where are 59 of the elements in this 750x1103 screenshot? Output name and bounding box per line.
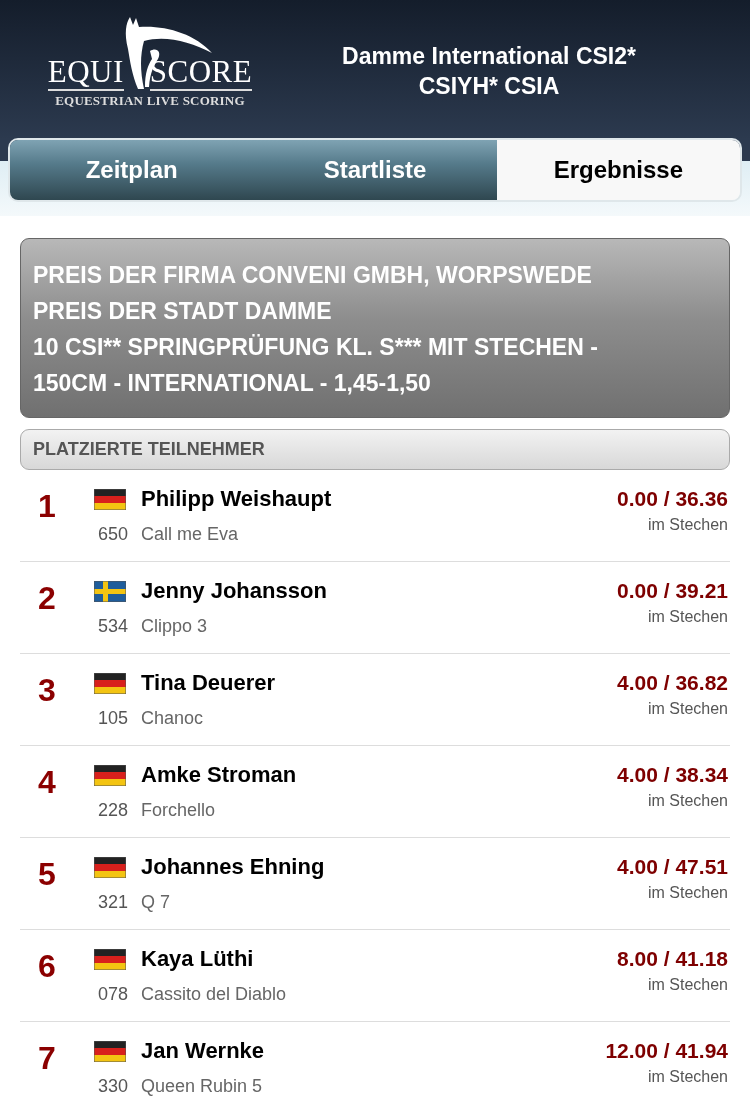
competition-title: PREIS DER FIRMA CONVENI GMBH, WORPSWEDE [33,261,593,290]
score: 4.00 / 47.51 [617,854,728,880]
flag-icon [94,764,126,786]
event-title: Damme International CSI2* CSIYH* CSIA [341,42,637,101]
rider-name: Jenny Johansson [141,578,327,604]
rank-number: 6 [37,947,57,985]
horse-name: Call me Eva [141,524,239,545]
round-label: im Stechen [646,516,728,534]
flag-icon [94,856,126,878]
horse-name: Cassito del Diablo [141,984,287,1005]
start-number: 330 [96,1076,128,1097]
tab[interactable]: Startliste [253,140,497,200]
rider-name: Tina Deuerer [141,670,276,696]
logo-tagline: EQUESTRIAN LIVE SCORING [55,92,245,109]
score: 0.00 / 36.36 [617,486,728,512]
rank-number: 4 [37,763,57,801]
flag-icon [94,948,126,970]
rank-number: 3 [37,671,57,709]
tab[interactable]: Zeitplan [10,140,254,200]
round-label: im Stechen [646,976,728,994]
rank-number: 7 [37,1039,57,1077]
start-number: 321 [96,892,128,913]
flag-icon [94,488,126,510]
score: 8.00 / 41.18 [617,946,728,972]
round-label: im Stechen [646,1068,728,1086]
tab[interactable]: Ergebnisse [496,140,740,200]
flag-icon [94,580,126,602]
score: 4.00 / 38.34 [617,762,728,788]
round-label: im Stechen [646,884,728,902]
start-number: 534 [96,616,128,637]
flag-icon [94,672,126,694]
horse-name: Queen Rubin 5 [141,1076,263,1097]
round-label: im Stechen [646,700,728,718]
rider-name: Kaya Lüthi [141,946,254,972]
horse-name: Forchello [141,800,216,821]
horse-name: Q 7 [141,892,170,913]
start-number: 650 [96,524,128,545]
rank-number: 2 [37,579,57,617]
score: 0.00 / 39.21 [617,578,728,604]
rider-name: Philipp Weishaupt [141,486,332,512]
rider-name: Jan Wernke [141,1038,265,1064]
logo-text: EQUI [47,56,124,91]
horse-name: Chanoc [141,708,204,729]
horse-name: Clippo 3 [141,616,208,637]
start-number: 228 [96,800,128,821]
rank-number: 5 [37,855,57,893]
competition-title: 10 CSI** SPRINGPRÜFUNG KL. S*** MIT STECHEN - 150CM - INTERNATIONAL - 1,45-1,50 [33,333,599,398]
start-number: 078 [96,984,128,1005]
rider-name: Amke Stroman [141,762,297,788]
score: 12.00 / 41.94 [605,1038,728,1064]
section-title: PLATZIERTE TEILNEHMER [33,439,265,459]
start-number: 105 [96,708,128,729]
round-label: im Stechen [646,608,728,626]
competition-title: PREIS DER STADT DAMME [33,297,333,326]
flag-icon [94,1040,126,1062]
score: 4.00 / 36.82 [617,670,728,696]
rider-name: Johannes Ehning [141,854,325,880]
round-label: im Stechen [646,792,728,810]
rank-number: 1 [37,487,57,525]
